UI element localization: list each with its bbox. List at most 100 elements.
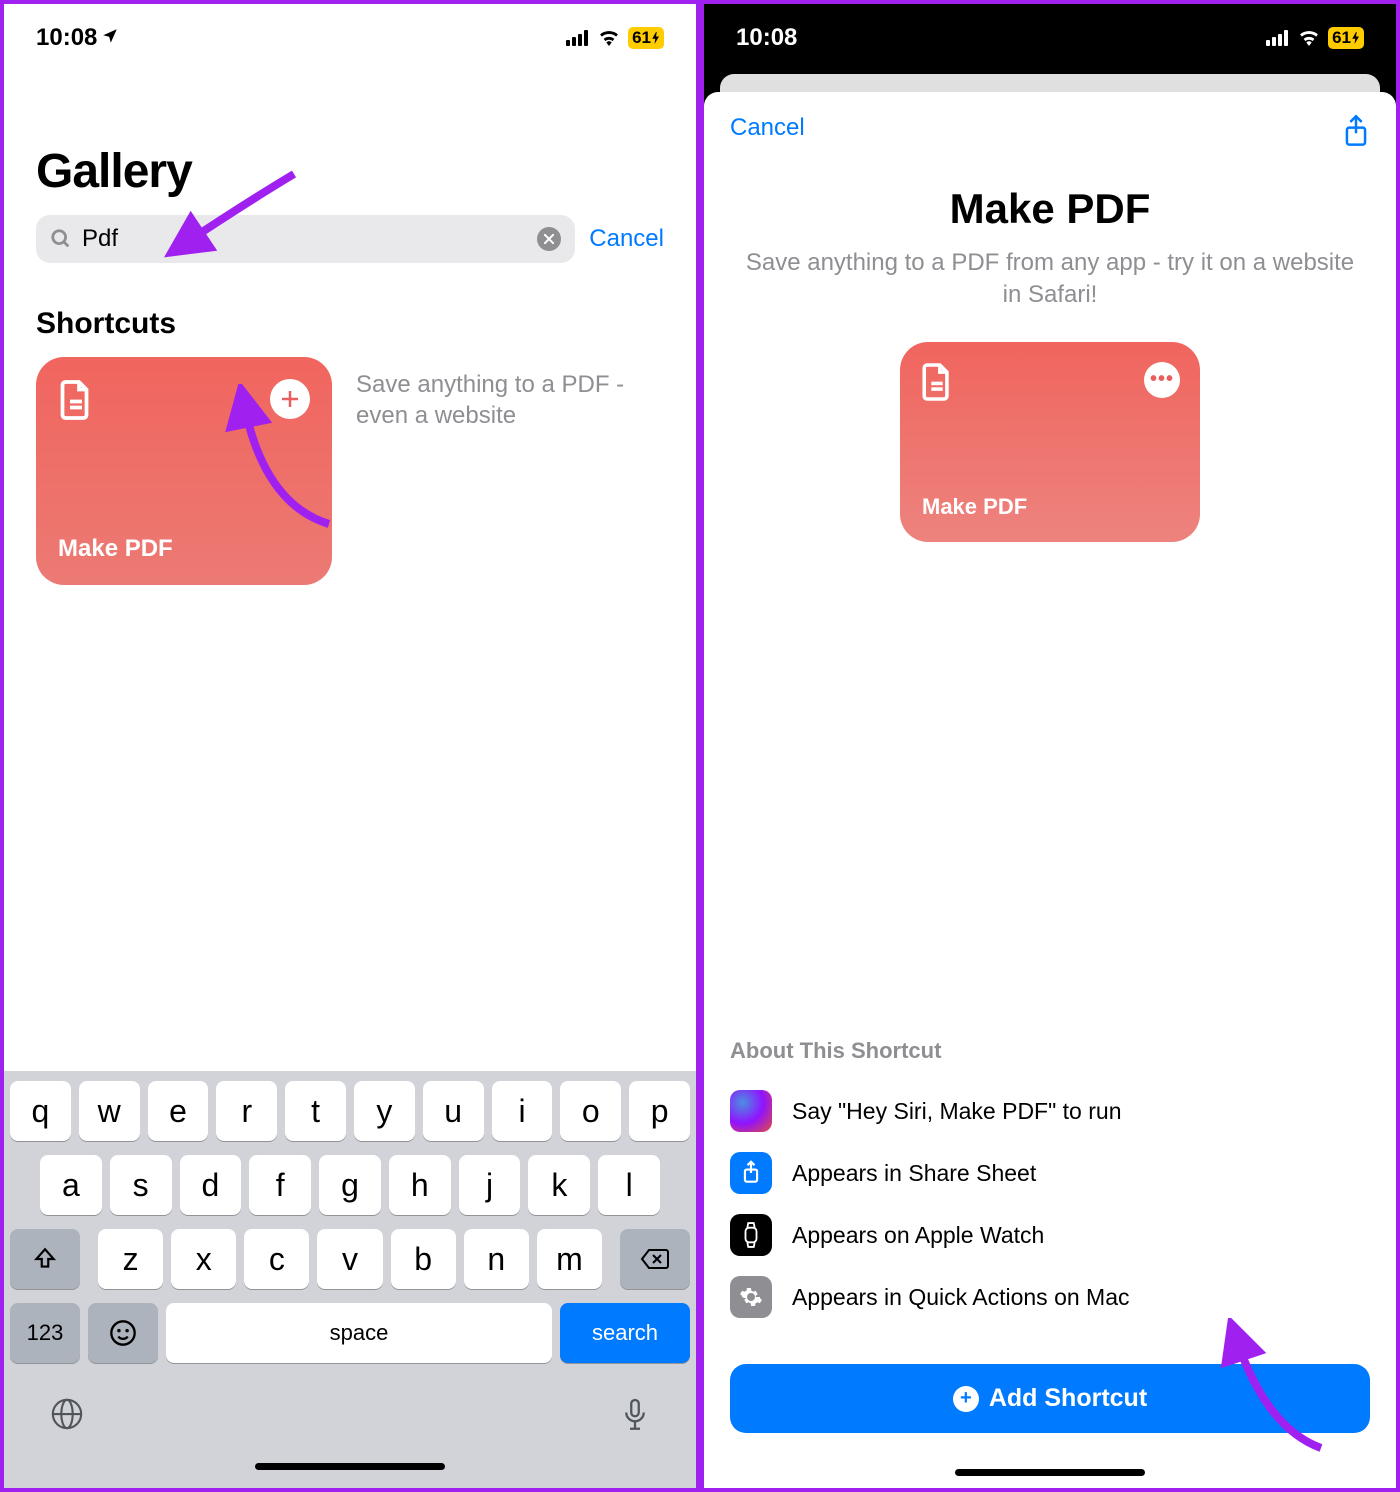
- about-item-text: Appears in Quick Actions on Mac: [792, 1284, 1130, 1311]
- status-bar: 10:08 61: [4, 4, 696, 64]
- backspace-key[interactable]: [620, 1229, 690, 1289]
- screenshot-add-shortcut-sheet: 10:08 61 Cancel Make PDF Save anything t…: [700, 0, 1400, 1492]
- more-options-button[interactable]: •••: [1144, 362, 1180, 398]
- add-shortcut-icon[interactable]: [270, 379, 310, 419]
- key-d[interactable]: d: [180, 1155, 242, 1215]
- battery-badge: 61: [628, 27, 664, 49]
- key-f[interactable]: f: [249, 1155, 311, 1215]
- keyboard[interactable]: qwertyuiop asdfghjkl zxcvbnm 123 space s…: [4, 1071, 696, 1488]
- sheet-back-layer: [720, 74, 1380, 92]
- key-j[interactable]: j: [459, 1155, 521, 1215]
- key-q[interactable]: q: [10, 1081, 71, 1141]
- microphone-icon: [620, 1397, 650, 1433]
- shift-key[interactable]: [10, 1229, 80, 1289]
- location-icon: [101, 24, 119, 52]
- shortcut-card-make-pdf[interactable]: Make PDF: [36, 357, 332, 585]
- plus-circle-icon: +: [953, 1386, 979, 1412]
- keyboard-row-3: zxcvbnm: [10, 1229, 690, 1289]
- key-l[interactable]: l: [598, 1155, 660, 1215]
- key-m[interactable]: m: [537, 1229, 602, 1289]
- about-item-text: Say "Hey Siri, Make PDF" to run: [792, 1098, 1121, 1125]
- globe-icon: [50, 1397, 84, 1431]
- shortcut-preview-card[interactable]: ••• Make PDF: [900, 342, 1200, 542]
- status-time: 10:08: [736, 24, 797, 52]
- about-section-title: About This Shortcut: [730, 1038, 1370, 1064]
- about-item: Appears on Apple Watch: [730, 1204, 1370, 1266]
- key-g[interactable]: g: [319, 1155, 381, 1215]
- cancel-search-button[interactable]: Cancel: [589, 225, 664, 253]
- key-h[interactable]: h: [389, 1155, 451, 1215]
- add-shortcut-label: Add Shortcut: [989, 1384, 1147, 1413]
- key-p[interactable]: p: [629, 1081, 690, 1141]
- siri-icon: [730, 1090, 772, 1132]
- shift-icon: [32, 1246, 58, 1272]
- search-row: Cancel: [4, 215, 696, 283]
- search-box[interactable]: [36, 215, 575, 263]
- key-i[interactable]: i: [492, 1081, 553, 1141]
- status-icons: 61: [566, 27, 664, 49]
- status-time: 10:08: [36, 24, 119, 52]
- ellipsis-icon: •••: [1150, 368, 1174, 391]
- document-icon: [58, 379, 94, 426]
- search-icon: [50, 228, 72, 250]
- emoji-key[interactable]: [88, 1303, 158, 1363]
- key-a[interactable]: a: [40, 1155, 102, 1215]
- cellular-icon: [1266, 30, 1290, 46]
- wifi-icon: [1298, 30, 1320, 46]
- cancel-button[interactable]: Cancel: [730, 114, 805, 153]
- key-r[interactable]: r: [216, 1081, 277, 1141]
- document-icon: [920, 362, 954, 407]
- about-item: Appears in Quick Actions on Mac: [730, 1266, 1370, 1328]
- about-item: Say "Hey Siri, Make PDF" to run: [730, 1080, 1370, 1142]
- plus-icon: [280, 389, 300, 409]
- key-n[interactable]: n: [464, 1229, 529, 1289]
- backspace-icon: [640, 1248, 670, 1270]
- watch-icon: [730, 1214, 772, 1256]
- keyboard-bottom-row: [10, 1377, 690, 1451]
- search-key[interactable]: search: [560, 1303, 690, 1363]
- about-item-text: Appears on Apple Watch: [792, 1222, 1044, 1249]
- search-input[interactable]: [82, 225, 527, 253]
- sheet-title: Make PDF: [704, 185, 1396, 233]
- key-y[interactable]: y: [354, 1081, 415, 1141]
- share-icon: [730, 1152, 772, 1194]
- globe-key[interactable]: [50, 1397, 84, 1441]
- clear-search-button[interactable]: [537, 227, 561, 251]
- key-o[interactable]: o: [560, 1081, 621, 1141]
- x-icon: [544, 234, 554, 244]
- keyboard-row-1: qwertyuiop: [10, 1081, 690, 1141]
- key-x[interactable]: x: [171, 1229, 236, 1289]
- shortcut-card-label: Make PDF: [58, 535, 173, 563]
- sheet-header: Cancel: [704, 92, 1396, 175]
- key-s[interactable]: s: [110, 1155, 172, 1215]
- preview-card-label: Make PDF: [922, 494, 1027, 520]
- key-u[interactable]: u: [423, 1081, 484, 1141]
- emoji-icon: [109, 1319, 137, 1347]
- key-c[interactable]: c: [244, 1229, 309, 1289]
- key-e[interactable]: e: [148, 1081, 209, 1141]
- key-t[interactable]: t: [285, 1081, 346, 1141]
- key-z[interactable]: z: [98, 1229, 163, 1289]
- gear-icon: [730, 1276, 772, 1318]
- key-w[interactable]: w: [79, 1081, 140, 1141]
- status-icons: 61: [1266, 27, 1364, 49]
- key-k[interactable]: k: [528, 1155, 590, 1215]
- home-indicator[interactable]: [255, 1463, 445, 1470]
- shortcut-description: Save anything to a PDF - even a website: [356, 357, 664, 431]
- section-title: Shortcuts: [4, 283, 696, 357]
- sheet-subtitle: Save anything to a PDF from any app - tr…: [704, 233, 1396, 342]
- space-key[interactable]: space: [166, 1303, 552, 1363]
- about-item: Appears in Share Sheet: [730, 1142, 1370, 1204]
- home-indicator[interactable]: [955, 1469, 1145, 1476]
- shortcut-detail-sheet: Cancel Make PDF Save anything to a PDF f…: [704, 92, 1396, 1488]
- about-section: About This Shortcut Say "Hey Siri, Make …: [704, 1038, 1396, 1346]
- page-title: Gallery: [36, 144, 664, 199]
- dictation-key[interactable]: [620, 1397, 650, 1441]
- gallery-header: Gallery: [4, 64, 696, 215]
- shortcut-result-row: Make PDF Save anything to a PDF - even a…: [4, 357, 696, 585]
- share-button[interactable]: [1342, 114, 1370, 153]
- add-shortcut-button[interactable]: + Add Shortcut: [730, 1364, 1370, 1433]
- key-b[interactable]: b: [391, 1229, 456, 1289]
- key-v[interactable]: v: [317, 1229, 382, 1289]
- numbers-key[interactable]: 123: [10, 1303, 80, 1363]
